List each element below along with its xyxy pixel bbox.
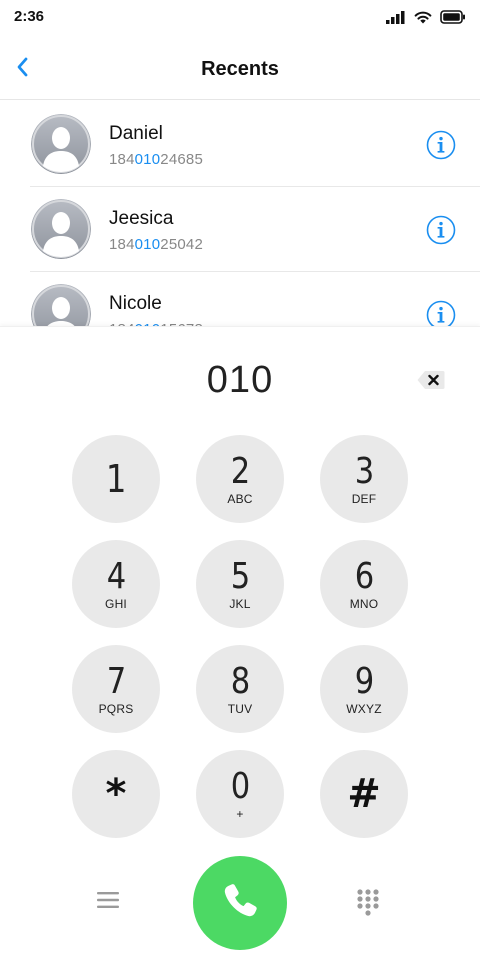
- list-item[interactable]: Nicole 18401015678: [0, 272, 480, 326]
- key-digit: 4: [106, 555, 126, 597]
- backspace-icon: [416, 371, 446, 395]
- key-letters: TUV: [227, 701, 253, 716]
- menu-button[interactable]: [96, 890, 126, 916]
- avatar: [31, 284, 91, 326]
- key-digit: 2: [230, 450, 250, 492]
- key-digit: *: [105, 771, 127, 817]
- info-button[interactable]: [426, 130, 456, 160]
- key-letters: ABC: [227, 491, 253, 506]
- info-button[interactable]: [426, 300, 456, 326]
- key-2[interactable]: 2 ABC: [196, 435, 284, 523]
- keypad-toggle-button[interactable]: [354, 887, 382, 921]
- contact-name: Jeesica: [109, 208, 174, 229]
- call-button[interactable]: [193, 856, 287, 950]
- wifi-icon: [414, 10, 432, 24]
- avatar: [31, 199, 91, 259]
- key-digit: 1: [105, 457, 127, 501]
- key-letters: MNO: [349, 596, 379, 611]
- phone-icon: [218, 879, 262, 928]
- key-3[interactable]: 3 DEF: [320, 435, 408, 523]
- key-digit: 3: [354, 450, 374, 492]
- battery-icon: [440, 10, 466, 24]
- key-9[interactable]: 9 WXYZ: [320, 645, 408, 733]
- list-item[interactable]: Jeesica 18401025042: [0, 187, 480, 272]
- status-time: 2:36: [14, 8, 45, 25]
- info-icon: [426, 215, 456, 249]
- contact-name: Nicole: [109, 293, 162, 314]
- key-7[interactable]: 7 PQRS: [72, 645, 160, 733]
- menu-icon: [96, 892, 120, 914]
- key-digit: #: [347, 771, 381, 817]
- key-hash[interactable]: #: [320, 750, 408, 838]
- key-4[interactable]: 4 GHI: [72, 540, 160, 628]
- info-button[interactable]: [426, 215, 456, 245]
- key-letters: GHI: [105, 596, 127, 611]
- key-0[interactable]: 0 +: [196, 750, 284, 838]
- key-digit: 5: [230, 555, 250, 597]
- keypad-icon: [354, 889, 382, 925]
- recents-list[interactable]: Daniel 18401024685 Jeesica 18401025042 N…: [0, 102, 480, 326]
- avatar: [31, 114, 91, 174]
- key-8[interactable]: 8 TUV: [196, 645, 284, 733]
- key-letters: WXYZ: [346, 701, 382, 716]
- status-icons: [386, 9, 466, 25]
- delete-button[interactable]: [416, 369, 446, 391]
- key-digit: 9: [354, 660, 374, 702]
- dialer-panel: 010 1 2 ABC 3 DEF 4 GHI 5 JKL 6 MNO 7 PQ…: [0, 326, 480, 960]
- header: Recents: [0, 40, 480, 100]
- page-title: Recents: [201, 58, 279, 80]
- key-letters: JKL: [229, 596, 251, 611]
- key-digit: 6: [354, 555, 374, 597]
- key-digit: 7: [106, 660, 126, 702]
- list-item[interactable]: Daniel 18401024685: [0, 102, 480, 187]
- info-icon: [426, 300, 456, 326]
- signal-icon: [386, 10, 406, 24]
- key-digit: 8: [230, 660, 250, 702]
- keypad: 1 2 ABC 3 DEF 4 GHI 5 JKL 6 MNO 7 PQRS 8…: [72, 435, 408, 838]
- key-letters: +: [236, 806, 244, 821]
- dial-number-display: 010: [206, 359, 274, 401]
- info-icon: [426, 130, 456, 164]
- key-5[interactable]: 5 JKL: [196, 540, 284, 628]
- key-letters: PQRS: [98, 701, 134, 716]
- key-digit: 0: [230, 765, 250, 807]
- key-6[interactable]: 6 MNO: [320, 540, 408, 628]
- status-bar: 2:36: [0, 0, 480, 34]
- contact-number: 18401025042: [109, 236, 203, 253]
- contact-number: 18401024685: [109, 151, 203, 168]
- key-1[interactable]: 1: [72, 435, 160, 523]
- key-star[interactable]: *: [72, 750, 160, 838]
- key-letters: DEF: [351, 491, 377, 506]
- contact-name: Daniel: [109, 123, 163, 144]
